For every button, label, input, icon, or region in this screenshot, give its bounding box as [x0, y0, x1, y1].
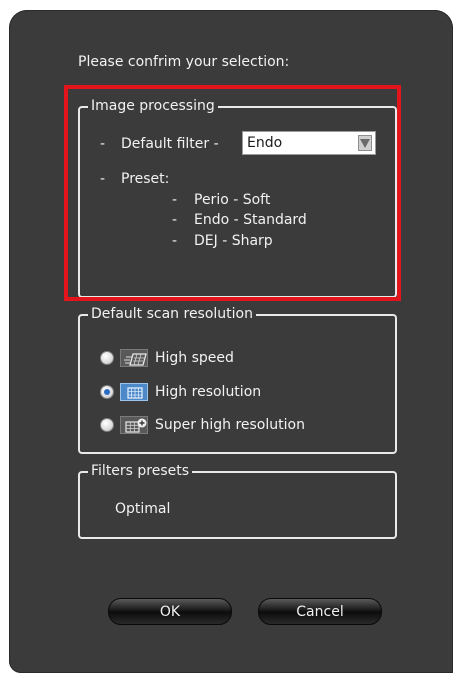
image-processing-highlight: [64, 85, 401, 301]
scan-resolution-title: Default scan resolution: [88, 305, 256, 323]
high-speed-radio[interactable]: [100, 351, 114, 365]
high-resolution-radio[interactable]: [100, 385, 114, 399]
high-speed-icon: [120, 349, 148, 367]
filters-presets-value: Optimal: [115, 501, 171, 517]
high-resolution-label[interactable]: High resolution: [155, 384, 261, 400]
super-high-resolution-radio[interactable]: [100, 418, 114, 432]
high-speed-label[interactable]: High speed: [155, 350, 234, 366]
ok-button[interactable]: OK: [108, 598, 232, 625]
dialog-prompt: Please confrim your selection:: [78, 54, 290, 70]
high-resolution-icon: [120, 383, 148, 401]
filters-presets-title: Filters presets: [88, 462, 193, 480]
super-high-resolution-label[interactable]: Super high resolution: [155, 417, 305, 433]
super-high-resolution-icon: [120, 416, 148, 434]
cancel-button[interactable]: Cancel: [258, 598, 382, 625]
